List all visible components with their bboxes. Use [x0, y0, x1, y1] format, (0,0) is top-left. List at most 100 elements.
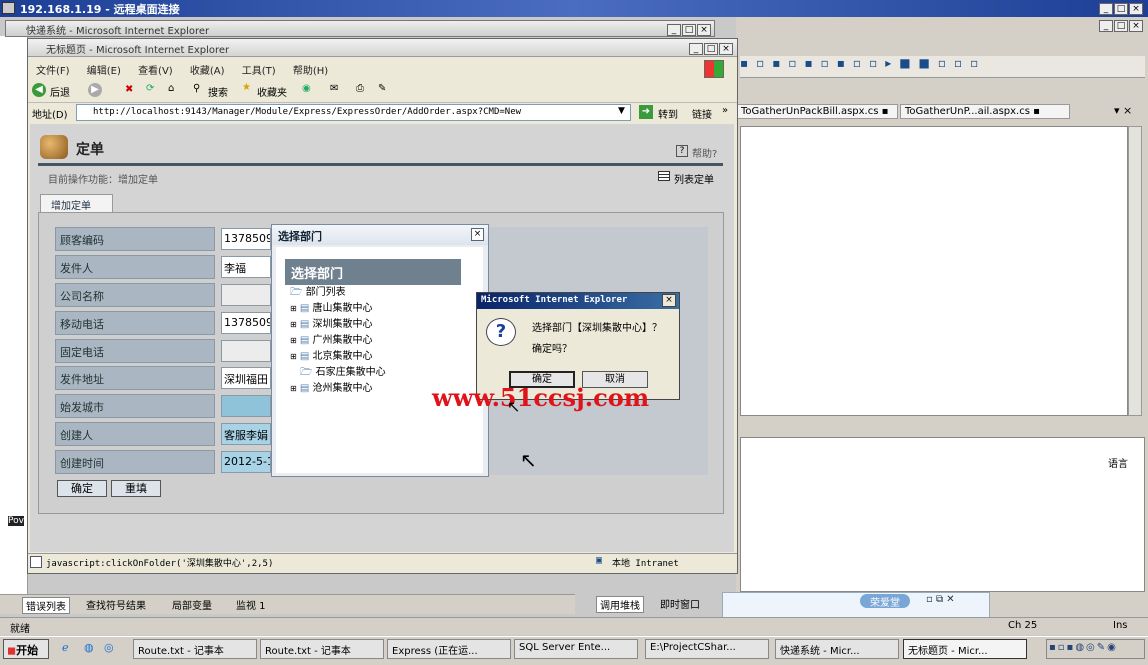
- tree-item[interactable]: ⊞ ▤ 唐山集散中心: [290, 301, 386, 317]
- back-button[interactable]: 后退: [50, 84, 70, 99]
- vs-win-controls[interactable]: _ □ ×: [1098, 1, 1143, 15]
- tab-error-list[interactable]: 错误列表: [22, 597, 70, 614]
- go-button[interactable]: 转到: [658, 106, 678, 121]
- ie-title: 无标题页 - Microsoft Internet Explorer: [46, 45, 230, 56]
- ime-controls[interactable]: ▫ ⧉ ✕: [926, 594, 955, 605]
- form-ok-button[interactable]: 确定: [57, 480, 107, 497]
- start-button[interactable]: ◼开始: [3, 639, 49, 659]
- input-company[interactable]: [221, 284, 271, 306]
- menu-help[interactable]: 帮助(H): [293, 66, 328, 77]
- tab-find-symbols[interactable]: 查找符号结果: [86, 597, 146, 612]
- confirm-close-icon[interactable]: ×: [662, 294, 676, 307]
- back-icon[interactable]: ◀: [32, 83, 46, 97]
- taskbar-item[interactable]: SQL Server Ente...: [514, 639, 638, 659]
- expand-icon[interactable]: ⊞: [290, 336, 297, 345]
- vs-doc-tab-1[interactable]: ToGatherUnPackBill.aspx.cs ▪: [736, 104, 898, 119]
- ie-menubar: 文件(F) 编辑(E) 查看(V) 收藏(A) 工具(T) 帮助(H): [36, 62, 342, 77]
- taskbar-item[interactable]: 快递系统 - Micr...: [775, 639, 899, 659]
- favorites-button[interactable]: 收藏夹: [257, 84, 287, 99]
- links-chevron-icon[interactable]: »: [722, 105, 728, 116]
- mail-icon[interactable]: ✉: [330, 83, 338, 94]
- tab-add-order[interactable]: 增加定单: [40, 194, 113, 213]
- menu-favorites[interactable]: 收藏(A): [190, 66, 225, 77]
- expand-icon[interactable]: ⊞: [290, 320, 297, 329]
- address-dropdown-icon[interactable]: ▼: [618, 106, 625, 116]
- windows-flag-icon: ◼: [7, 644, 17, 657]
- home-icon[interactable]: ⌂: [168, 83, 174, 94]
- print-icon[interactable]: ⎙: [356, 83, 364, 94]
- expand-icon[interactable]: ⊞: [290, 384, 297, 393]
- taskbar-item[interactable]: Route.txt - 记事本: [133, 639, 257, 659]
- outer-ie-titlebar: 快递系统 - Microsoft Internet Explorer: [5, 20, 715, 37]
- status-zone: 本地 Intranet: [612, 559, 679, 569]
- vs-code-area[interactable]: [740, 126, 1128, 416]
- vs-win-controls-2[interactable]: _ □ ×: [1098, 18, 1143, 32]
- tree-item[interactable]: ⊞ ▤ 广州集散中心: [290, 333, 386, 349]
- confirm-question: 确定吗？: [532, 344, 572, 355]
- folder-open-icon: 🗁: [290, 287, 303, 298]
- search-icon[interactable]: ⚲: [193, 83, 200, 94]
- links-button[interactable]: 链接: [692, 106, 712, 121]
- pow-label: Pov: [8, 516, 24, 526]
- tree-item[interactable]: ⊞ ▤ 深圳集散中心: [290, 317, 386, 333]
- input-created-time[interactable]: 2012-5-14: [221, 451, 271, 473]
- input-address[interactable]: 深圳福田: [221, 367, 271, 389]
- vs-status-ready: 就绪: [10, 624, 30, 635]
- input-origin-city[interactable]: [221, 395, 271, 417]
- tab-immediate[interactable]: 即时窗口: [660, 596, 700, 611]
- expand-icon[interactable]: ⊞: [290, 304, 297, 313]
- vs-lower-pane[interactable]: [740, 437, 1145, 592]
- history-icon[interactable]: ◉: [302, 83, 311, 94]
- tab-locals[interactable]: 局部变量: [172, 597, 212, 612]
- list-orders-link[interactable]: 列表定单: [674, 171, 714, 186]
- refresh-icon[interactable]: ⟳: [146, 83, 154, 94]
- menu-view[interactable]: 查看(V): [138, 66, 173, 77]
- input-sender[interactable]: 李福: [221, 256, 271, 278]
- list-icon[interactable]: [658, 171, 670, 181]
- tree-item[interactable]: ⊞ ▤ 沧州集散中心: [290, 381, 386, 397]
- taskbar-item[interactable]: Express (正在运...: [387, 639, 511, 659]
- vs-toolbar[interactable]: ▪▫▪▫▪▫▪▫▫▸■■▫▫▫: [740, 56, 1145, 78]
- menu-tools[interactable]: 工具(T): [242, 66, 276, 77]
- menu-file[interactable]: 文件(F): [36, 66, 70, 77]
- help-icon[interactable]: ?: [676, 145, 688, 157]
- tree-root[interactable]: 🗁 部门列表: [290, 285, 386, 301]
- tab-watch[interactable]: 监视 1: [236, 597, 266, 612]
- address-input[interactable]: http://localhost:9143/Manager/Module/Exp…: [76, 104, 631, 121]
- taskbar-item-active[interactable]: 无标题页 - Micr...: [903, 639, 1027, 659]
- address-label: 地址(D): [32, 110, 68, 121]
- vs-status-ins: Ins: [1113, 620, 1128, 631]
- tree-item[interactable]: ⊞ ▤ 北京集散中心: [290, 349, 386, 365]
- outer-ie-controls[interactable]: _ □ ×: [666, 22, 711, 36]
- tree-item[interactable]: 🗁 石家庄集散中心: [290, 365, 386, 381]
- help-link[interactable]: 帮助?: [692, 145, 717, 160]
- menu-edit[interactable]: 编辑(E): [87, 66, 121, 77]
- taskbar-item[interactable]: E:\ProjectCShar...: [645, 639, 769, 659]
- vs-scrollbar[interactable]: [1128, 126, 1142, 416]
- folder-open-icon: 🗁: [300, 367, 313, 378]
- ie-controls[interactable]: _ □ ×: [688, 41, 733, 55]
- dept-tree: 🗁 部门列表 ⊞ ▤ 唐山集散中心 ⊞ ▤ 深圳集散中心 ⊞ ▤ 广州集散中心 …: [290, 285, 386, 397]
- input-phone[interactable]: [221, 340, 271, 362]
- go-icon[interactable]: ➜: [639, 105, 653, 119]
- close-icon[interactable]: ▾ ×: [1114, 104, 1132, 117]
- favorites-icon[interactable]: ★: [242, 82, 251, 93]
- dept-dialog-close-icon[interactable]: ×: [471, 228, 484, 241]
- quicklaunch-icon[interactable]: ◍: [84, 641, 94, 654]
- label-sender: 发件人: [55, 255, 215, 279]
- rongai-button[interactable]: 荣爱堂: [860, 594, 910, 609]
- input-customer-code[interactable]: 13785094: [221, 228, 271, 250]
- form-reset-button[interactable]: 重填: [111, 480, 161, 497]
- input-mobile[interactable]: 13785094: [221, 312, 271, 334]
- expand-icon[interactable]: ⊞: [290, 352, 297, 361]
- quicklaunch-ie-icon[interactable]: ℯ: [62, 641, 69, 654]
- tab-call-stack[interactable]: 调用堆栈: [596, 596, 644, 613]
- taskbar-item[interactable]: Route.txt - 记事本: [260, 639, 384, 659]
- vs-doc-tab-2[interactable]: ToGatherUnP...ail.aspx.cs ▪: [900, 104, 1070, 119]
- quicklaunch-icon[interactable]: ◎: [104, 641, 114, 654]
- input-creator[interactable]: 客服李娟: [221, 423, 271, 445]
- search-button[interactable]: 搜索: [208, 84, 228, 99]
- edit-icon[interactable]: ✎: [378, 83, 386, 94]
- stop-icon[interactable]: ✖: [125, 84, 133, 95]
- forward-icon[interactable]: ▶: [88, 83, 102, 97]
